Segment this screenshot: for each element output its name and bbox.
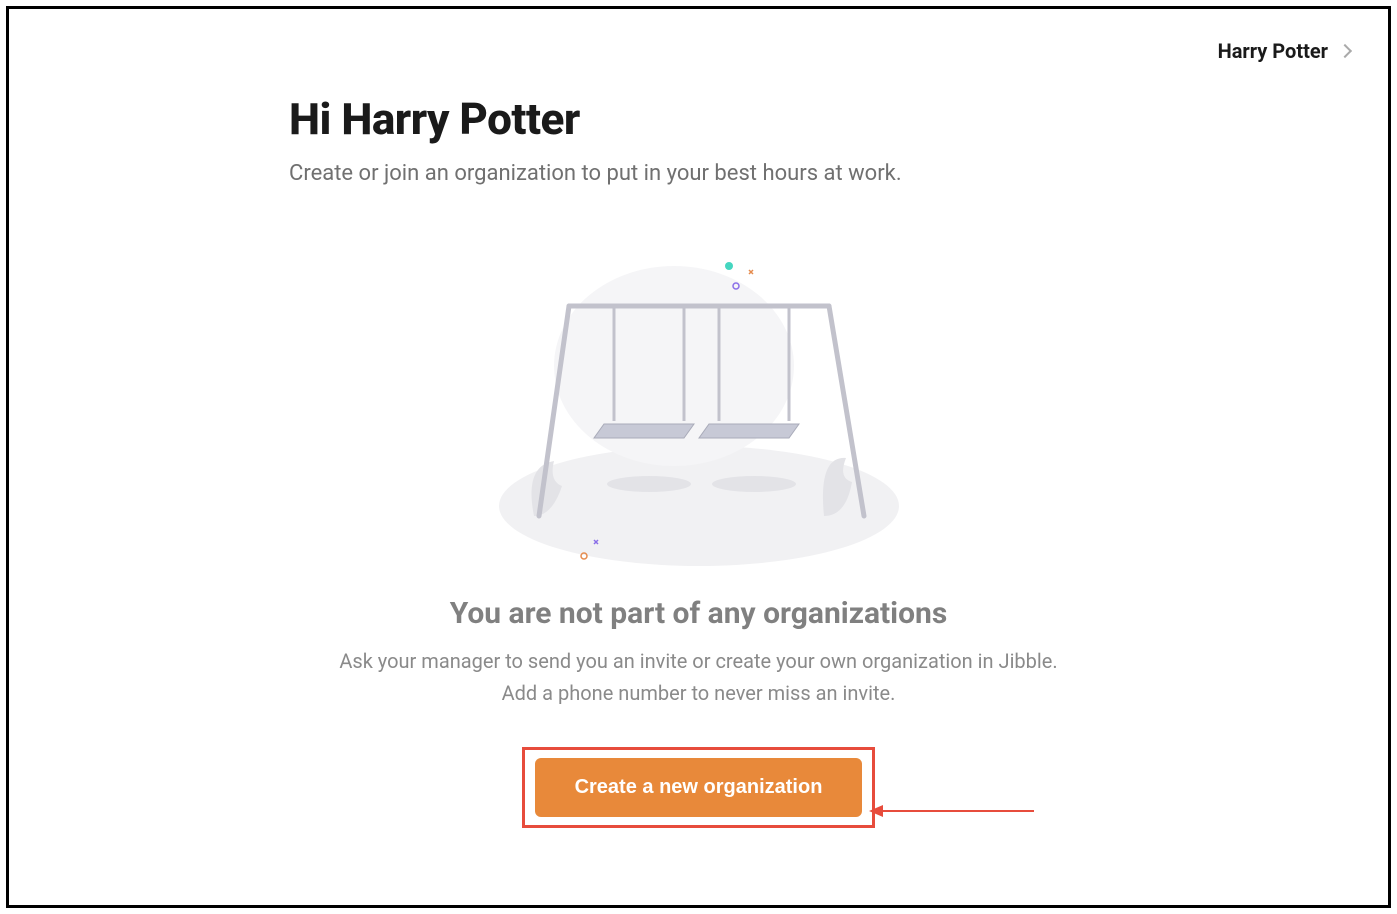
app-frame: Harry Potter Hi Harry Potter Create or j… — [6, 6, 1391, 908]
swing-illustration — [474, 246, 924, 576]
username-label: Harry Potter — [1218, 39, 1328, 63]
empty-state-description-2: Add a phone number to never miss an invi… — [39, 681, 1358, 705]
greeting-subtitle: Create or join an organization to put in… — [289, 161, 1358, 186]
chevron-right-icon[interactable] — [1338, 44, 1352, 58]
annotation-arrow-icon — [869, 801, 1039, 821]
empty-state-title: You are not part of any organizations — [39, 596, 1358, 631]
create-organization-button[interactable]: Create a new organization — [535, 758, 863, 817]
header: Harry Potter — [39, 39, 1358, 63]
empty-state: You are not part of any organizations As… — [39, 246, 1358, 828]
annotation-highlight-box: Create a new organization — [522, 747, 876, 828]
empty-state-description-1: Ask your manager to send you an invite o… — [39, 649, 1358, 673]
user-menu[interactable]: Harry Potter — [1218, 39, 1328, 63]
greeting-title: Hi Harry Potter — [289, 93, 1358, 145]
content: Hi Harry Potter Create or join an organi… — [39, 63, 1358, 186]
